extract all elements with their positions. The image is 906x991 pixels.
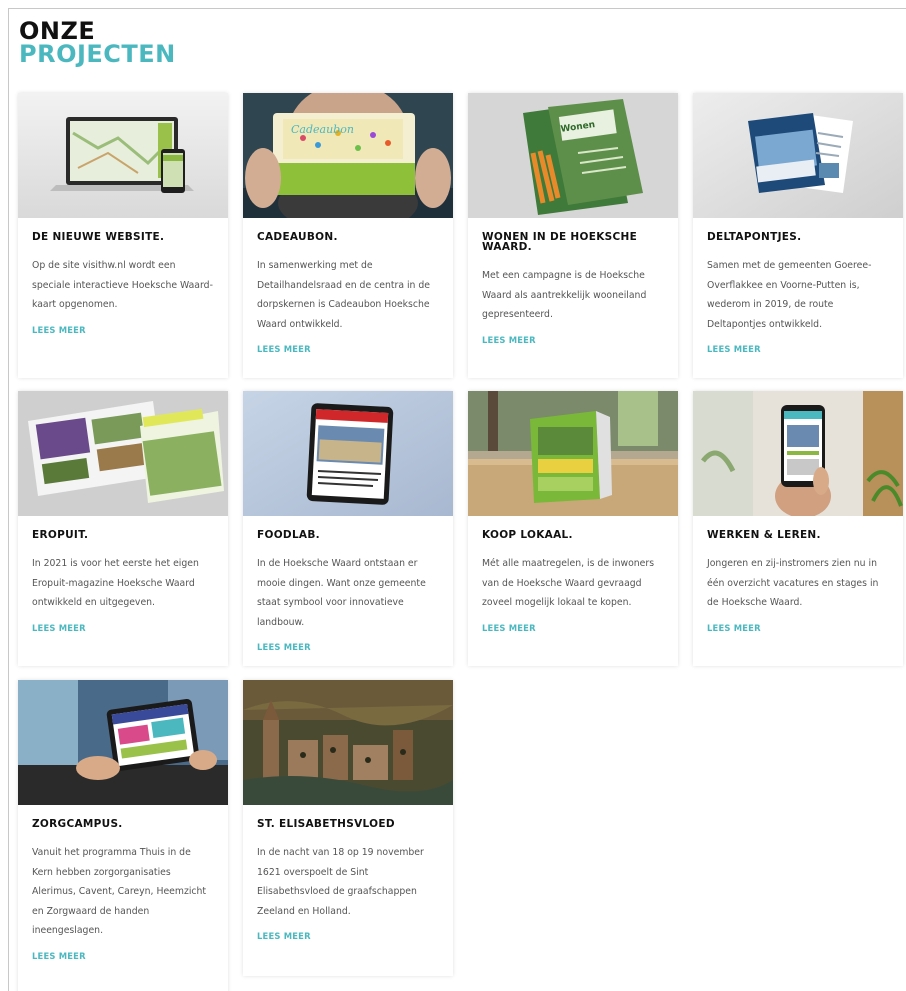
tablet-news-image	[243, 391, 453, 516]
project-card-wonen[interactable]: Wonen WONEN IN DE HOEKSCHE WAARD. Met ee…	[468, 93, 678, 378]
read-more-link[interactable]: LEES MEER	[707, 623, 889, 633]
card-text: In de Hoeksche Waard ontstaan er mooie d…	[257, 558, 426, 628]
painting-image	[243, 680, 453, 805]
table-display-image	[468, 391, 678, 516]
project-card-zorgcampus[interactable]: ZORGCAMPUS. Vanuit het programma Thuis i…	[18, 680, 228, 991]
card-title: WONEN IN DE HOEKSCHE WAARD.	[482, 231, 638, 253]
gift-card-image: Cadeaubon	[243, 93, 453, 218]
card-title: DELTAPONTJES.	[707, 231, 802, 243]
card-title: WERKEN & LEREN.	[707, 529, 821, 541]
card-text: Mét alle maatregelen, is de inwoners van…	[482, 558, 655, 608]
magazine-image: Wonen	[468, 93, 678, 218]
laptop-phone-map-image	[18, 93, 228, 218]
card-title: ZORGCAMPUS.	[32, 818, 123, 830]
project-card-werken-leren[interactable]: WERKEN & LEREN. Jongeren en zij-instrome…	[693, 391, 903, 666]
card-text: Samen met de gemeenten Goeree-Overflakke…	[707, 260, 872, 330]
card-title: CADEAUBON.	[257, 231, 338, 243]
read-more-link[interactable]: LEES MEER	[257, 931, 439, 941]
read-more-link[interactable]: LEES MEER	[32, 325, 214, 335]
card-text: Vanuit het programma Thuis in de Kern he…	[32, 847, 207, 936]
read-more-link[interactable]: LEES MEER	[257, 344, 439, 354]
card-text: In samenwerking met de Detailhandelsraad…	[257, 260, 431, 330]
card-text: Op de site visithw.nl wordt een speciale…	[32, 260, 213, 310]
card-title: KOOP LOKAAL.	[482, 529, 573, 541]
project-card-website[interactable]: DE NIEUWE WEBSITE. Op de site visithw.nl…	[18, 93, 228, 378]
card-text: Jongeren en zij-instromers zien nu in éé…	[707, 558, 879, 608]
project-card-koop-lokaal[interactable]: KOOP LOKAAL. Mét alle maatregelen, is de…	[468, 391, 678, 666]
card-title: DE NIEUWE WEBSITE.	[32, 231, 165, 243]
card-text: In 2021 is voor het eerste het eigen Ero…	[32, 558, 199, 608]
gift-card-text: Cadeaubon	[291, 123, 354, 136]
read-more-link[interactable]: LEES MEER	[32, 951, 214, 961]
read-more-link[interactable]: LEES MEER	[707, 344, 889, 354]
card-title: ST. ELISABETHSVLOED	[257, 818, 395, 830]
read-more-link[interactable]: LEES MEER	[482, 335, 664, 345]
read-more-link[interactable]: LEES MEER	[482, 623, 664, 633]
eropuit-magazine-image	[18, 391, 228, 516]
project-card-foodlab[interactable]: FOODLAB. In de Hoeksche Waard ontstaan e…	[243, 391, 453, 666]
project-card-deltapontjes[interactable]: DELTAPONTJES. Samen met de gemeenten Goe…	[693, 93, 903, 378]
read-more-link[interactable]: LEES MEER	[32, 623, 214, 633]
card-text: In de nacht van 18 op 19 november 1621 o…	[257, 847, 424, 917]
page-title: ONZE PROJECTEN	[19, 19, 176, 68]
hands-tablet-image	[18, 680, 228, 805]
project-card-eropuit[interactable]: EROPUIT. In 2021 is voor het eerste het …	[18, 391, 228, 666]
hand-phone-image	[693, 391, 903, 516]
card-title: FOODLAB.	[257, 529, 320, 541]
card-text: Met een campagne is de Hoeksche Waard al…	[482, 270, 647, 320]
project-card-elisabethsvloed[interactable]: ST. ELISABETHSVLOED In de nacht van 18 o…	[243, 680, 453, 976]
page-title-line2: PROJECTEN	[19, 40, 176, 68]
read-more-link[interactable]: LEES MEER	[257, 642, 439, 652]
brochure-image	[693, 93, 903, 218]
card-title: EROPUIT.	[32, 529, 89, 541]
project-card-cadeaubon[interactable]: Cadeaubon CADEAUBON. In samenwerking met…	[243, 93, 453, 378]
